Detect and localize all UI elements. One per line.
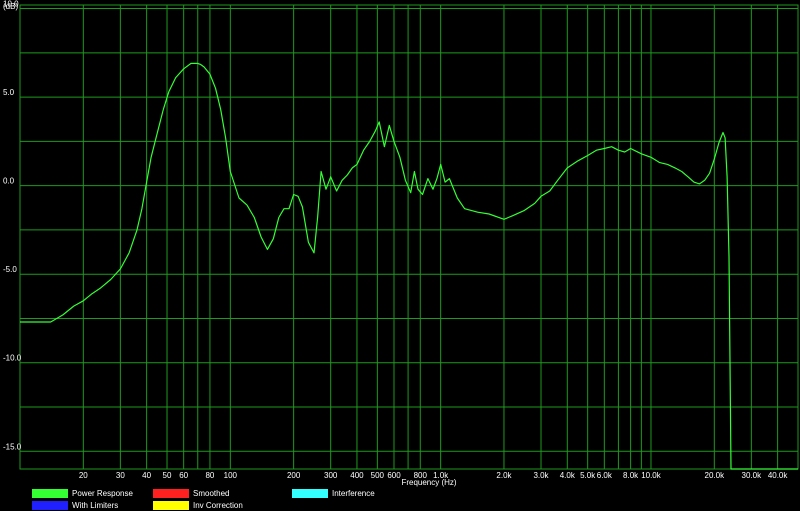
x-tick-label: 80 — [205, 471, 214, 480]
x-tick-label: 30 — [116, 471, 125, 480]
y-tick-label: -15.0 — [3, 442, 22, 451]
x-tick-label: 4.0k — [560, 471, 576, 480]
x-tick-label: 500 — [371, 471, 385, 480]
x-tick-label: 60 — [179, 471, 188, 480]
x-tick-label: 20.0k — [705, 471, 726, 480]
plot-area — [20, 5, 798, 469]
x-tick-label: 200 — [287, 471, 301, 480]
x-tick-label: 30.0k — [742, 471, 763, 480]
x-tick-label: 5.0k — [580, 471, 596, 480]
x-tick-label: 400 — [350, 471, 364, 480]
y-tick-label: 0.0 — [3, 177, 15, 186]
frequency-response-chart: 10.05.00.0-5.0-10.0-15.020 30 40 50 60 80 100 2… — [3, 0, 799, 487]
x-tick-label: 600 — [387, 471, 401, 480]
x-tick-label: 3.0k — [533, 471, 549, 480]
x-tick-label: 8.0k — [623, 471, 639, 480]
x-tick-label: 40.0k — [768, 471, 789, 480]
x-tick-label: 20 — [79, 471, 88, 480]
x-tick-label: 50 — [163, 471, 172, 480]
x-tick-label: 100 — [224, 471, 238, 480]
x-tick-label: 40 — [142, 471, 151, 480]
x-tick-label: 10.0k — [641, 471, 662, 480]
x-axis-label: Frequency (Hz) — [401, 478, 456, 487]
y-tick-label: 5.0 — [3, 88, 15, 97]
x-tick-label: 300 — [324, 471, 338, 480]
y-tick-label: -10.0 — [3, 354, 22, 363]
y-tick-label: -5.0 — [3, 265, 17, 274]
y-axis-label: (dB) — [3, 2, 18, 11]
x-tick-label: 2.0k — [496, 471, 512, 480]
x-tick-label: 6.0k — [597, 471, 613, 480]
